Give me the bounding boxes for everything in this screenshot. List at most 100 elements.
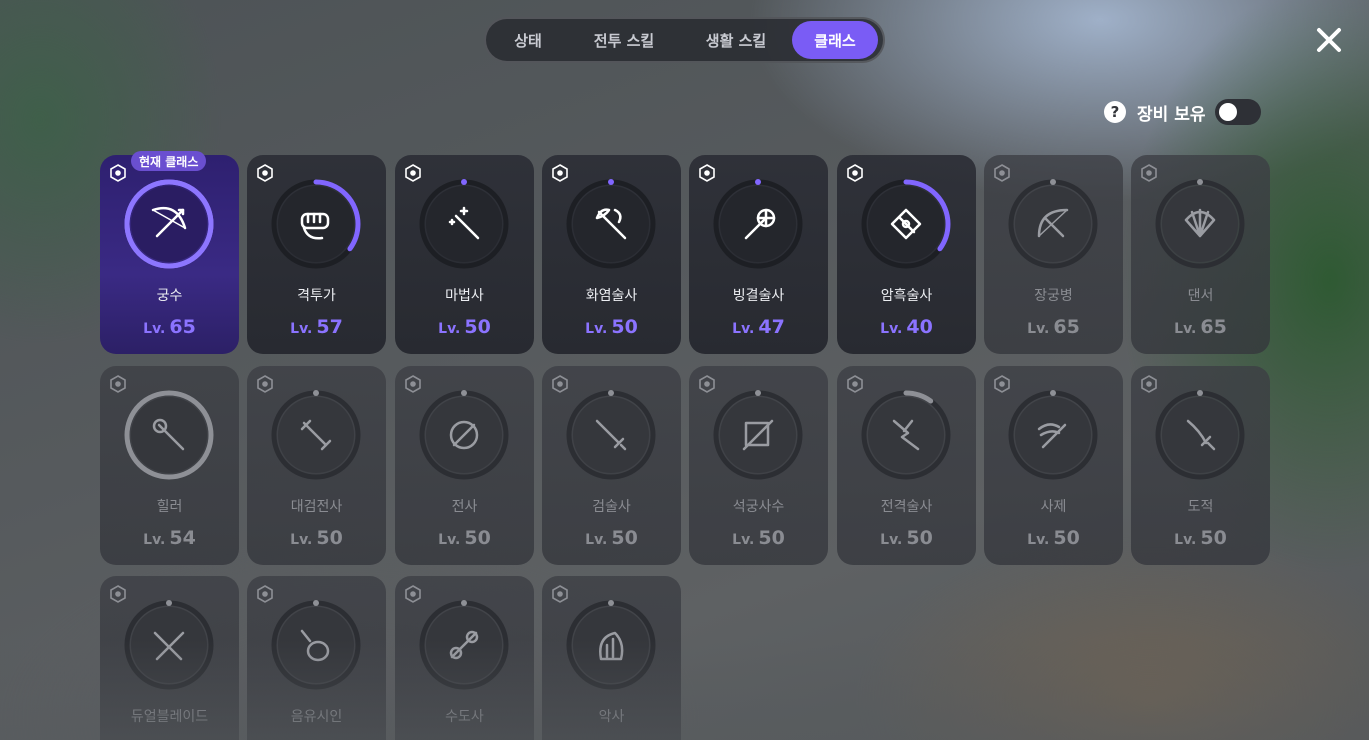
- level-value: 65: [1053, 316, 1080, 338]
- level-prefix: Lv.: [438, 321, 461, 337]
- level-prefix: Lv.: [732, 532, 755, 548]
- class-name: 수도사: [445, 709, 484, 725]
- class-level: Lv. 50: [689, 527, 828, 549]
- level-prefix: Lv.: [143, 321, 166, 337]
- class-card[interactable]: 화염술사 Lv. 50: [542, 155, 681, 354]
- level-value: 50: [1200, 527, 1227, 549]
- monk-staff-icon: [417, 598, 511, 692]
- fan-icon: [1153, 177, 1247, 271]
- class-level: Lv. 65: [984, 316, 1123, 338]
- class-card[interactable]: 석궁사수 Lv. 50: [689, 366, 828, 565]
- class-level: Lv. 65: [100, 316, 239, 338]
- class-card[interactable]: 마법사 Lv. 50: [395, 155, 534, 354]
- ice-staff-icon: [711, 177, 805, 271]
- class-name: 빙결술사: [732, 288, 785, 304]
- level-value: 50: [611, 316, 638, 338]
- class-card[interactable]: 악사: [542, 576, 681, 740]
- longbow-icon: [1006, 177, 1100, 271]
- crossbow-icon: [711, 388, 805, 482]
- winged-scepter-icon: [1006, 388, 1100, 482]
- class-name: 궁수: [156, 288, 183, 304]
- level-prefix: Lv.: [585, 321, 608, 337]
- class-level: Lv. 65: [1131, 316, 1270, 338]
- level-prefix: Lv.: [290, 532, 313, 548]
- class-card[interactable]: 암흑술사 Lv. 40: [837, 155, 976, 354]
- class-level: Lv. 50: [395, 316, 534, 338]
- class-name: 마법사: [445, 288, 484, 304]
- toggle-knob: [1219, 103, 1238, 121]
- class-level: Lv. 50: [395, 527, 534, 549]
- level-value: 50: [906, 527, 933, 549]
- level-value: 50: [464, 527, 491, 549]
- level-value: 65: [1200, 316, 1227, 338]
- class-level: Lv. 57: [247, 316, 386, 338]
- class-level: Lv. 54: [100, 527, 239, 549]
- level-value: 54: [169, 527, 196, 549]
- class-name: 댄서: [1187, 288, 1214, 304]
- level-prefix: Lv.: [1174, 532, 1197, 548]
- class-card[interactable]: 장궁병 Lv. 65: [984, 155, 1123, 354]
- class-card[interactable]: 힐러 Lv. 54: [100, 366, 239, 565]
- class-name: 격투가: [297, 288, 336, 304]
- greatsword-icon: [269, 388, 363, 482]
- close-icon[interactable]: [1313, 24, 1345, 56]
- help-icon[interactable]: ?: [1104, 101, 1126, 123]
- level-prefix: Lv.: [880, 532, 903, 548]
- class-level: Lv. 50: [542, 527, 681, 549]
- class-card[interactable]: 사제 Lv. 50: [984, 366, 1123, 565]
- flame-staff-icon: [564, 177, 658, 271]
- class-name: 음유시인: [290, 709, 343, 725]
- level-prefix: Lv.: [438, 532, 461, 548]
- level-value: 40: [906, 316, 933, 338]
- class-card[interactable]: 전격술사 Lv. 50: [837, 366, 976, 565]
- class-name: 도적: [1187, 499, 1214, 515]
- dark-tome-icon: [859, 177, 953, 271]
- tab-bar: 상태 전투 스킬 생활 스킬 클래스: [484, 17, 885, 63]
- tab-class[interactable]: 클래스: [792, 21, 878, 59]
- class-name: 듀얼블레이드: [130, 709, 209, 725]
- class-card[interactable]: 검술사 Lv. 50: [542, 366, 681, 565]
- class-card[interactable]: 음유시인: [247, 576, 386, 740]
- harp-icon: [564, 598, 658, 692]
- equip-filter: ? 장비 보유: [1104, 99, 1262, 125]
- level-prefix: Lv.: [880, 321, 903, 337]
- shield-sword-icon: [417, 388, 511, 482]
- class-name: 악사: [598, 709, 625, 725]
- equip-filter-toggle[interactable]: [1215, 99, 1262, 125]
- class-name: 석궁사수: [732, 499, 785, 515]
- tab-combat-skills[interactable]: 전투 스킬: [568, 21, 680, 59]
- tab-status[interactable]: 상태: [488, 21, 568, 59]
- class-card[interactable]: 전사 Lv. 50: [395, 366, 534, 565]
- class-name: 힐러: [156, 499, 183, 515]
- level-prefix: Lv.: [143, 532, 166, 548]
- tab-life-skills[interactable]: 생활 스킬: [680, 21, 792, 59]
- current-class-badge: 현재 클래스: [131, 151, 207, 171]
- class-card[interactable]: 댄서 Lv. 65: [1131, 155, 1270, 354]
- magic-wand-icon: [417, 177, 511, 271]
- equip-filter-label: 장비 보유: [1137, 104, 1206, 125]
- level-prefix: Lv.: [585, 532, 608, 548]
- class-card[interactable]: 현재 클래스궁수 Lv. 65: [100, 151, 239, 354]
- class-card[interactable]: 수도사: [395, 576, 534, 740]
- healer-staff-icon: [122, 388, 216, 482]
- class-card[interactable]: 도적 Lv. 50: [1131, 366, 1270, 565]
- level-value: 50: [611, 527, 638, 549]
- class-level: Lv. 50: [542, 316, 681, 338]
- lute-icon: [269, 598, 363, 692]
- level-value: 47: [758, 316, 785, 338]
- class-name: 대검전사: [290, 499, 343, 515]
- level-value: 65: [169, 316, 196, 338]
- class-name: 화염술사: [585, 288, 638, 304]
- level-value: 50: [316, 527, 343, 549]
- level-value: 50: [758, 527, 785, 549]
- class-level: Lv. 50: [837, 527, 976, 549]
- class-card[interactable]: 듀얼블레이드: [100, 576, 239, 740]
- class-card[interactable]: 격투가 Lv. 57: [247, 155, 386, 354]
- class-name: 사제: [1040, 499, 1067, 515]
- level-prefix: Lv.: [1174, 321, 1197, 337]
- dagger-icon: [1153, 388, 1247, 482]
- class-card[interactable]: 대검전사 Lv. 50: [247, 366, 386, 565]
- level-prefix: Lv.: [1027, 321, 1050, 337]
- class-name: 장궁병: [1034, 288, 1073, 304]
- class-card[interactable]: 빙결술사 Lv. 47: [689, 155, 828, 354]
